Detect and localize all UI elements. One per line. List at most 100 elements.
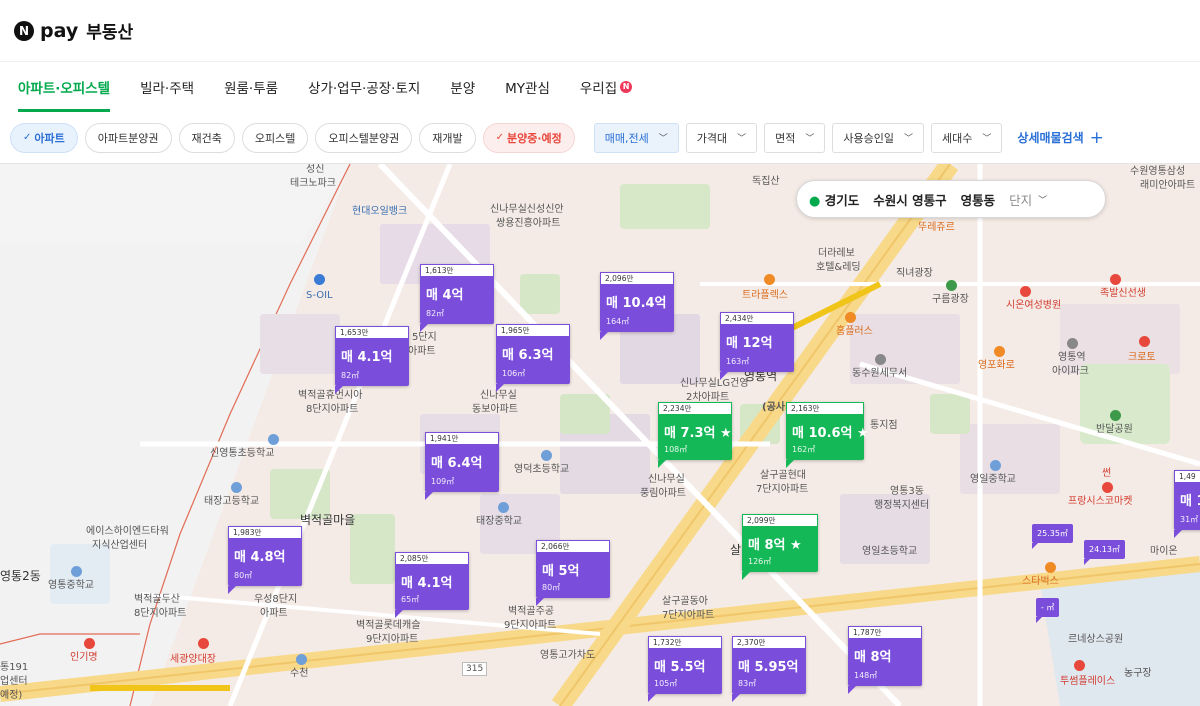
map-label: 족발신선생	[1100, 288, 1146, 299]
tab-presale[interactable]: 분양	[450, 62, 475, 112]
location-breadcrumb[interactable]: ● 경기도 수원시 영통구 영통동 단지 ﹀	[796, 180, 1106, 218]
map-label: 뚜레쥬르	[918, 222, 955, 233]
logo[interactable]: N pay 부동산	[14, 18, 133, 43]
location-province[interactable]: 경기도	[825, 193, 860, 208]
school-icon	[71, 566, 82, 577]
map-label: 세광양대장	[170, 654, 216, 665]
listing-marker[interactable]: 2,163만 매 10.6억 ★ 162㎡	[786, 402, 869, 468]
select-households[interactable]: 세대수 ﹀	[931, 122, 1003, 153]
chip-presale-scheduled[interactable]: ✓ 분양중·예정	[482, 122, 575, 153]
chevron-down-icon: ﹀	[805, 134, 815, 144]
chip-apartment[interactable]: ✓ 아파트	[10, 122, 78, 153]
tab-my-interest[interactable]: MY관심	[505, 62, 550, 112]
marker-price: 매 8억	[854, 650, 892, 665]
complex-dropdown[interactable]: 단지 ﹀	[1009, 190, 1047, 209]
marker-area: 83㎡	[738, 679, 757, 688]
park-icon	[1110, 410, 1121, 421]
marker-unit-price: 1,49	[1174, 470, 1200, 482]
gas-station-icon	[314, 274, 325, 285]
listing-marker[interactable]: 2,085만 매 4.1억 65㎡	[395, 552, 469, 618]
select-area[interactable]: 면적 ﹀	[764, 122, 826, 153]
map-label: 영포화로	[978, 360, 1015, 371]
chevron-down-icon: ﹀	[1038, 195, 1048, 206]
map-label: 쌍용진흥아파트	[496, 218, 561, 229]
area-marker[interactable]: 24.13㎡	[1084, 540, 1125, 565]
chip-label: 재개발	[432, 131, 463, 145]
map-label: 스타벅스	[1022, 576, 1059, 587]
listing-marker[interactable]: 1,983만 매 4.8억 80㎡	[228, 526, 302, 594]
area-marker[interactable]: 25.35㎡	[1032, 524, 1073, 549]
marker-price: 매 4억	[426, 288, 464, 303]
marker-price: 매 6.3억	[502, 348, 554, 363]
school-icon	[296, 654, 307, 665]
map-label: 우성8단지	[254, 594, 298, 605]
area-marker[interactable]: - ㎡	[1036, 598, 1060, 623]
new-badge: N	[620, 81, 633, 93]
map-label: (공사	[762, 402, 785, 413]
map-label: 예정)	[0, 690, 23, 701]
map-label: 반달공원	[1096, 424, 1133, 435]
logo-pay: pay	[40, 19, 79, 42]
marker-price: 매 5.95억	[738, 660, 799, 675]
check-icon: ✓	[495, 132, 504, 143]
listing-marker[interactable]: 2,234만 매 7.3억 ★ 108㎡	[658, 402, 732, 468]
marker-unit-price: 2,434만	[720, 312, 794, 324]
map-label: 아이파크	[1052, 366, 1089, 377]
map-label: 영통중학교	[48, 580, 94, 591]
select-approval-date[interactable]: 사용승인일 ﹀	[832, 122, 925, 153]
tab-label: MY관심	[505, 81, 550, 97]
listing-marker[interactable]: 2,066만 매 5억 80㎡	[536, 540, 610, 606]
map-label: 수원영통삼성	[1130, 166, 1186, 177]
listing-marker[interactable]: 1,965만 매 6.3억 106㎡	[496, 324, 570, 392]
chip-officetel[interactable]: 오피스텔	[241, 122, 309, 153]
naver-n-icon: N	[14, 20, 34, 41]
marker-price: 매 7.3억 ★	[664, 426, 732, 441]
listing-marker[interactable]: 2,370만매 5.95억 83㎡	[732, 636, 806, 702]
marker-area: 80㎡	[542, 583, 561, 592]
shop-icon	[1102, 482, 1113, 493]
listing-marker[interactable]: 1,653만 매 4.1억 82㎡	[335, 326, 409, 394]
listing-marker[interactable]: 1,941만 매 6.4억 109㎡	[425, 432, 499, 500]
map-label: 직녀광장	[896, 268, 933, 279]
marker-area: 164㎡	[606, 317, 630, 326]
map-label: 농구장	[1124, 668, 1152, 679]
map-label: 벽적골두산	[134, 594, 180, 605]
marker-area: 80㎡	[234, 571, 253, 580]
tab-commercial[interactable]: 상가·업무·공장·토지	[308, 62, 420, 112]
chip-reconstruction[interactable]: 재건축	[178, 122, 235, 153]
filter-bar: ✓ 아파트 아파트분양권 재건축 오피스텔 오피스텔분양권 재개발 ✓ 분양중·예정…	[0, 112, 1200, 164]
listing-marker[interactable]: 2,096만 매 10.4억 164㎡	[600, 272, 674, 340]
marker-area: 82㎡	[341, 371, 360, 380]
chip-label: 재건축	[191, 131, 222, 145]
tab-villa-house[interactable]: 빌라·주택	[140, 62, 194, 112]
mart-icon	[845, 312, 856, 323]
tab-apartment-officetel[interactable]: 아파트·오피스텔	[18, 62, 111, 112]
select-price[interactable]: 가격대 ﹀	[685, 122, 758, 153]
tab-my-home[interactable]: 우리집 N	[579, 62, 633, 112]
map-label: 동보아파트	[472, 404, 518, 415]
listing-marker[interactable]: 1,613만 매 4억 82㎡	[420, 264, 494, 332]
map-label: 지식산업센터	[92, 540, 148, 551]
chip-apt-presale-right[interactable]: 아파트분양권	[84, 122, 172, 153]
chip-officetel-presale-right[interactable]: 오피스텔분양권	[315, 122, 413, 153]
chip-redevelopment[interactable]: 재개발	[419, 122, 476, 153]
listing-marker[interactable]: 1,732만 매 5.5억 105㎡	[648, 636, 722, 702]
map[interactable]: 성신 테크노파크 현대오일뱅크 S-OIL 신나무실신성신안 쌍용진흥아파트 독…	[0, 164, 1200, 706]
detail-search-link[interactable]: 상세매물검색 +	[1017, 128, 1104, 148]
tab-label: 상가·업무·공장·토지	[308, 81, 421, 97]
location-city[interactable]: 수원시 영통구	[873, 190, 946, 209]
map-label: 투썸플레이스	[1060, 676, 1116, 687]
listing-marker[interactable]: 1,49 매 1 31㎡	[1174, 470, 1200, 538]
detail-search-label: 상세매물검색	[1017, 131, 1084, 145]
tab-label: 우리집	[579, 81, 618, 97]
marker-price: 매 1	[1180, 494, 1200, 509]
select-trade-type[interactable]: 매매,전세 ﹀	[593, 122, 679, 153]
tab-oneroom-tworoom[interactable]: 원룸·투룸	[224, 62, 278, 112]
restaurant-icon	[764, 274, 775, 285]
marker-unit-price: 2,370만	[732, 636, 806, 648]
location-dong[interactable]: 영통동	[961, 190, 996, 209]
listing-marker[interactable]: 2,434만 매 12억 163㎡	[720, 312, 794, 380]
map-label: S-OIL	[306, 290, 333, 301]
listing-marker[interactable]: 1,787만 매 8억 148㎡	[848, 626, 922, 694]
listing-marker[interactable]: 2,099만 매 8억 ★ 126㎡	[742, 514, 818, 580]
